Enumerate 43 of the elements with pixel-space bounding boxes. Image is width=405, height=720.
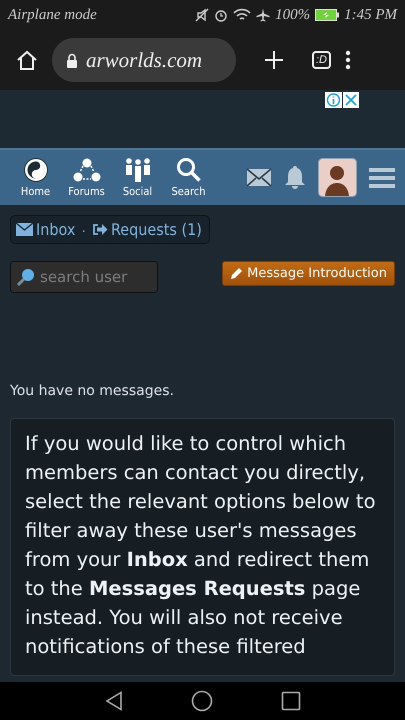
battery-icon xyxy=(315,9,340,21)
home-button-icon[interactable] xyxy=(190,690,212,712)
pencil-icon xyxy=(230,267,244,280)
more-icon[interactable] xyxy=(345,50,351,70)
menu-icon[interactable] xyxy=(369,166,395,188)
mute-icon xyxy=(195,8,210,22)
battery-percent: 100% xyxy=(275,6,310,24)
bell-icon[interactable] xyxy=(284,165,306,190)
nav-item[interactable]: Home xyxy=(12,157,59,198)
separator-dot: · xyxy=(81,222,86,238)
envelope-icon xyxy=(16,223,33,236)
empty-message: You have no messages. xyxy=(10,383,175,399)
address-bar[interactable]: arworlds.com xyxy=(52,38,236,82)
message-tab[interactable]: Inbox xyxy=(16,220,76,239)
redirect-icon xyxy=(92,223,108,236)
search-field[interactable]: search user xyxy=(10,261,158,293)
yin-yang-icon xyxy=(22,157,48,183)
nav-item[interactable]: Social xyxy=(114,157,161,198)
alarm-icon xyxy=(214,8,228,22)
search-icon xyxy=(176,157,202,183)
back-icon[interactable] xyxy=(104,691,122,711)
info-icon[interactable] xyxy=(325,92,342,108)
status-text: Airplane mode xyxy=(8,6,97,24)
airplane-icon xyxy=(256,8,270,22)
recents-icon[interactable] xyxy=(280,691,300,711)
avatar[interactable] xyxy=(318,158,357,197)
lock-icon xyxy=(66,52,78,68)
plus-icon[interactable] xyxy=(264,50,284,70)
message-introduction-button[interactable]: Message Introduction xyxy=(222,261,395,286)
nav-item[interactable]: Forums xyxy=(63,157,110,198)
people-icon xyxy=(124,157,152,183)
network-icon xyxy=(72,157,100,183)
close-icon[interactable] xyxy=(343,92,359,108)
message-tab[interactable]: Requests (1) xyxy=(92,220,202,239)
wifi-icon xyxy=(233,8,252,22)
info-text: If you would like to control which members can contact you directly, select the relevant options below to filter away these user's messages from your Inbox and redirect them to the Messages Requests page instead. You will also not receive notifications of these filtered xyxy=(25,431,376,660)
nav-item[interactable]: Search xyxy=(165,157,212,198)
envelope-icon[interactable] xyxy=(246,168,272,187)
clock: 1:45 PM xyxy=(344,6,397,24)
tabs-button[interactable]: :D xyxy=(312,51,331,69)
url-text: arworlds.com xyxy=(86,48,202,72)
home-icon[interactable] xyxy=(16,49,38,71)
magnifier-icon xyxy=(17,268,35,286)
